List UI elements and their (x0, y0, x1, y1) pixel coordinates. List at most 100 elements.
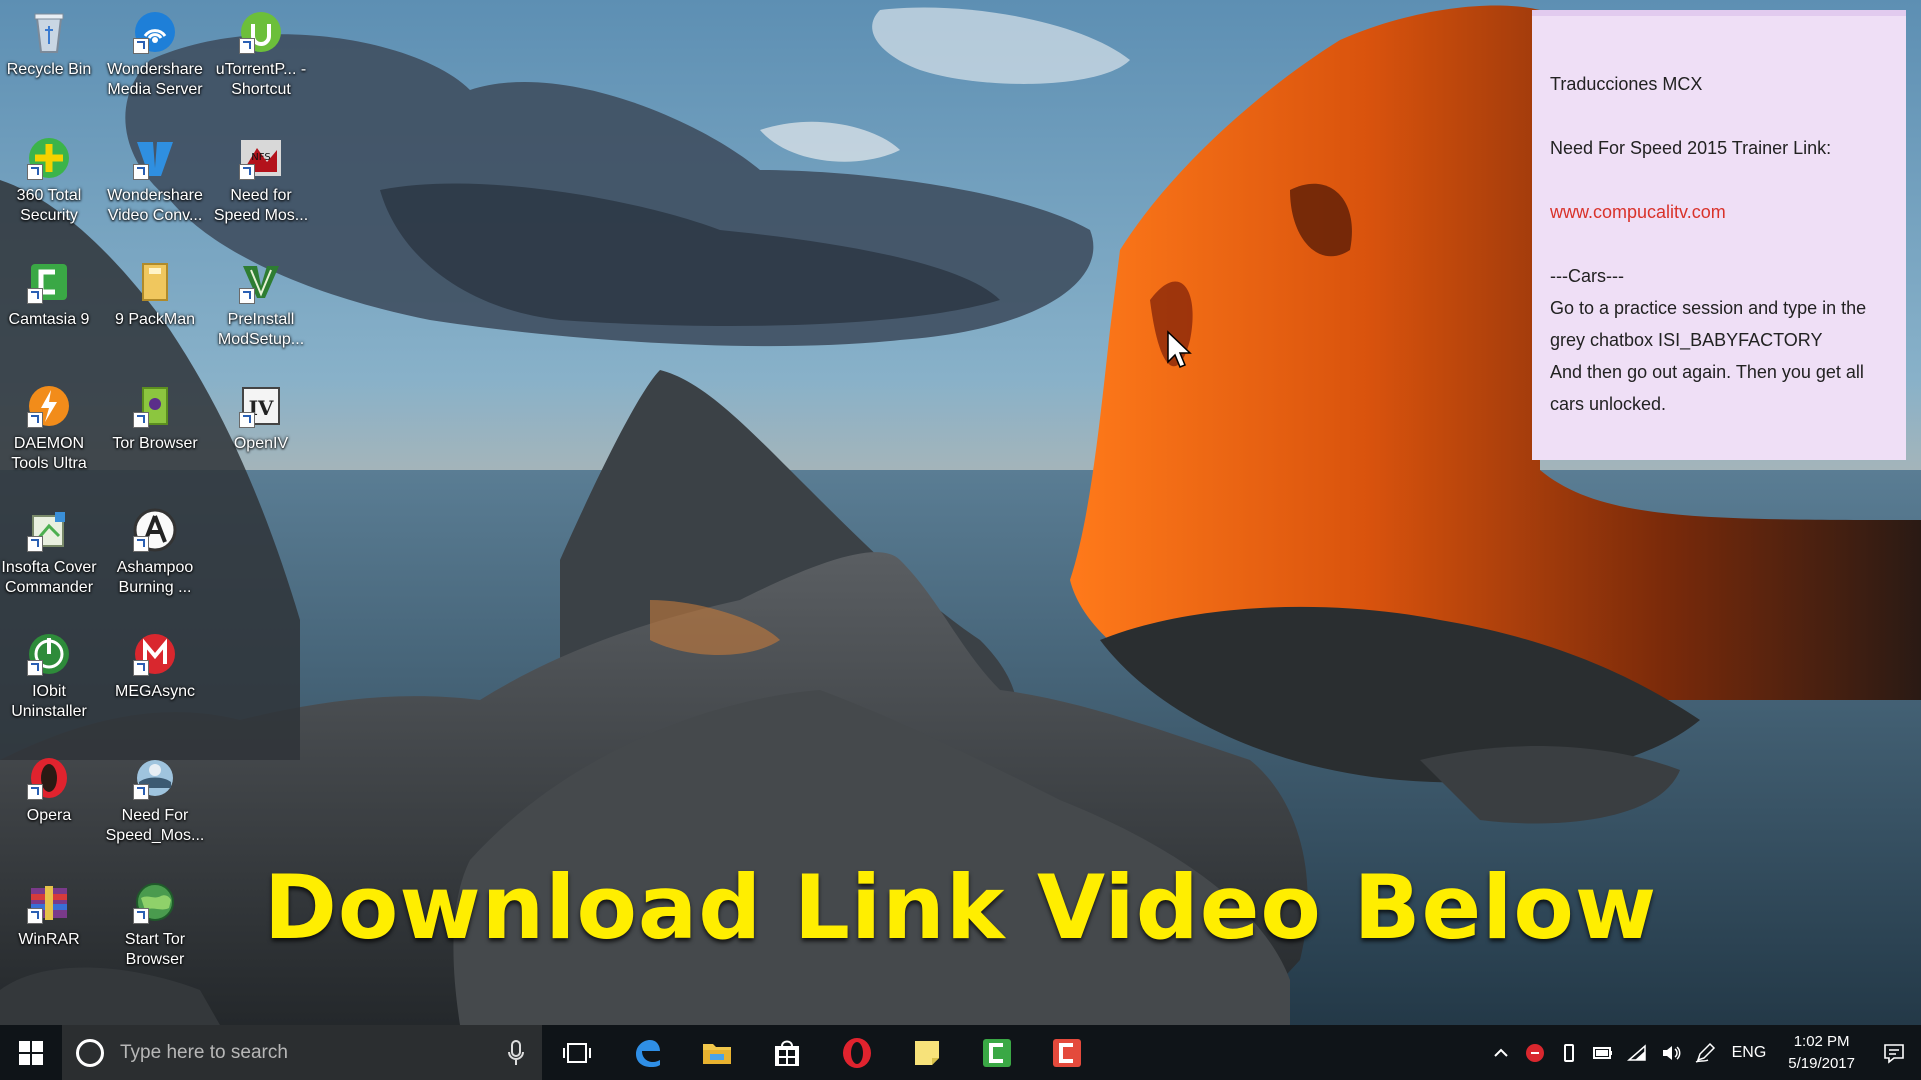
desktop-icon-label: Camtasia 9 (8, 311, 90, 328)
desktop-icon-label: DAEMON Tools Ultra (11, 435, 87, 472)
shortcut-arrow-icon (133, 412, 149, 428)
desktop-icon-label: Wondershare Video Conv... (107, 187, 203, 224)
desktop-icon-opera[interactable]: Opera (0, 746, 101, 864)
notification-icon (1884, 1043, 1904, 1064)
chevron-up-icon (1493, 1048, 1508, 1057)
pen-ink-icon (1695, 1042, 1715, 1063)
sticky-note[interactable]: Traducciones MCX Need For Speed 2015 Tra… (1532, 10, 1906, 460)
video-caption-overlay: Download Link Video Below (263, 856, 1658, 959)
antivirus-tray-icon (1525, 1043, 1544, 1062)
mouse-cursor-icon (1167, 330, 1192, 368)
shortcut-arrow-icon (239, 164, 255, 180)
show-hidden-icons-button[interactable] (1484, 1025, 1518, 1080)
clock-time: 1:02 PM (1793, 1032, 1850, 1050)
desktop-icon-utorrent[interactable]: uTorrentP... - Shortcut (209, 0, 313, 118)
microphone-icon[interactable] (508, 1040, 524, 1066)
action-center-button[interactable] (1867, 1025, 1921, 1080)
desktop-icon-label: Wondershare Media Server (107, 61, 203, 98)
cortana-icon[interactable] (76, 1038, 104, 1067)
desktop-icon-label: 9 PackMan (114, 311, 196, 328)
desktop-icon-label: Opera (26, 807, 72, 824)
desktop-icon-openiv[interactable]: IV OpenIV (209, 374, 313, 492)
shortcut-arrow-icon (27, 536, 43, 552)
desktop-icon-label: MEGAsync (114, 683, 195, 700)
desktop-icon-label: OpenIV (233, 435, 289, 452)
shortcut-arrow-icon (27, 164, 43, 180)
tray-security-button[interactable] (1518, 1025, 1552, 1080)
desktop-icon-label: PreInstall ModSetup... (217, 311, 305, 348)
desktop-icon-nfs-most-wanted[interactable]: NFS Need for Speed Mos... (209, 126, 313, 244)
desktop-icon-camtasia[interactable]: Camtasia 9 (0, 250, 101, 368)
desktop-icon-preinstall-modsetup[interactable]: PreInstall ModSetup... (209, 250, 313, 368)
tray-battery-button[interactable] (1586, 1025, 1620, 1080)
desktop-icon-daemon-tools[interactable]: DAEMON Tools Ultra (0, 374, 101, 492)
taskbar-search-box[interactable] (62, 1025, 542, 1080)
battery-icon (1592, 1046, 1612, 1059)
system-tray: ENG 1:02 PM 5/19/2017 (1484, 1025, 1921, 1080)
package-icon (142, 263, 168, 301)
note-title: Traducciones MCX (1550, 74, 1703, 94)
shortcut-arrow-icon (27, 412, 43, 428)
desktop-icon-360-security[interactable]: 360 Total Security (0, 126, 101, 244)
store-icon (775, 1040, 799, 1066)
desktop-icon-media-server[interactable]: Wondershare Media Server (103, 0, 207, 118)
note-line: grey chatbox ISI_BABYFACTORY (1550, 330, 1823, 350)
shortcut-arrow-icon (27, 660, 43, 676)
shortcut-arrow-icon (239, 38, 255, 54)
shortcut-arrow-icon (133, 536, 149, 552)
taskbar-edge-button[interactable] (612, 1025, 682, 1080)
desktop-icon-cover-commander[interactable]: Insofta Cover Commander (0, 498, 101, 616)
desktop-icon-label: Need for Speed Mos... (213, 187, 309, 224)
input-language-indicator[interactable]: ENG (1722, 1044, 1777, 1062)
desktop-icon-label: Recycle Bin (6, 61, 92, 78)
sticky-note-header-bar[interactable] (1532, 10, 1906, 16)
camtasia-recorder-icon (1053, 1038, 1081, 1067)
desktop-icon-label: Tor Browser (112, 435, 198, 452)
task-view-button[interactable] (542, 1025, 612, 1080)
windows-logo-icon (19, 1040, 43, 1065)
opera-icon (843, 1037, 871, 1068)
shortcut-arrow-icon (27, 288, 43, 304)
taskbar-store-button[interactable] (752, 1025, 822, 1080)
shortcut-arrow-icon (133, 164, 149, 180)
search-input[interactable] (118, 1040, 492, 1065)
desktop-icon-nfs-speed-mos[interactable]: Need For Speed_Mos... (103, 746, 207, 864)
speaker-icon (1662, 1045, 1681, 1060)
taskbar-camtasia-button[interactable] (962, 1025, 1032, 1080)
shortcut-arrow-icon (239, 412, 255, 428)
desktop-icon-label: 360 Total Security (16, 187, 82, 224)
recycle-bin-icon (34, 13, 64, 53)
tray-volume-button[interactable] (1654, 1025, 1688, 1080)
desktop-icon-iobit-uninstaller[interactable]: IObit Uninstaller (0, 622, 101, 740)
note-section-heading: ---Cars--- (1550, 266, 1624, 286)
desktop-icon-megasync[interactable]: MEGAsync (103, 622, 207, 740)
taskbar-sticky-notes-button[interactable] (892, 1025, 962, 1080)
shortcut-arrow-icon (133, 784, 149, 800)
desktop-icon-label: Need For Speed_Mos... (105, 807, 205, 844)
desktop-icon-video-converter[interactable]: Wondershare Video Conv... (103, 126, 207, 244)
task-view-icon (563, 1042, 591, 1063)
desktop-icon-ashampoo[interactable]: Ashampoo Burning ... (103, 498, 207, 616)
edge-icon (636, 1039, 660, 1067)
start-button[interactable] (0, 1025, 62, 1080)
taskbar-camtasia-recorder-button[interactable] (1032, 1025, 1102, 1080)
note-link[interactable]: www.compucalitv.com (1550, 196, 1890, 228)
clock-date: 5/19/2017 (1788, 1054, 1855, 1072)
shortcut-arrow-icon (133, 38, 149, 54)
taskbar-opera-button[interactable] (822, 1025, 892, 1080)
desktop-icon-label: Insofta Cover Commander (1, 559, 97, 596)
tray-network-button[interactable] (1620, 1025, 1654, 1080)
sticky-notes-icon (915, 1040, 939, 1065)
shortcut-arrow-icon (27, 784, 43, 800)
taskbar-clock[interactable]: 1:02 PM 5/19/2017 (1776, 1031, 1867, 1075)
note-line: cars unlocked. (1550, 394, 1667, 414)
tray-usb-button[interactable] (1552, 1025, 1586, 1080)
desktop-icon-packman[interactable]: 9 PackMan (103, 250, 207, 368)
desktop-icon-recycle-bin[interactable]: Recycle Bin (0, 0, 101, 118)
taskbar-file-explorer-button[interactable] (682, 1025, 752, 1080)
tray-pen-button[interactable] (1688, 1025, 1722, 1080)
desktop-icon-label: Ashampoo Burning ... (116, 559, 194, 596)
shortcut-arrow-icon (239, 288, 255, 304)
desktop-icon-label: IObit Uninstaller (11, 683, 87, 720)
desktop-icon-tor-browser[interactable]: Tor Browser (103, 374, 207, 492)
